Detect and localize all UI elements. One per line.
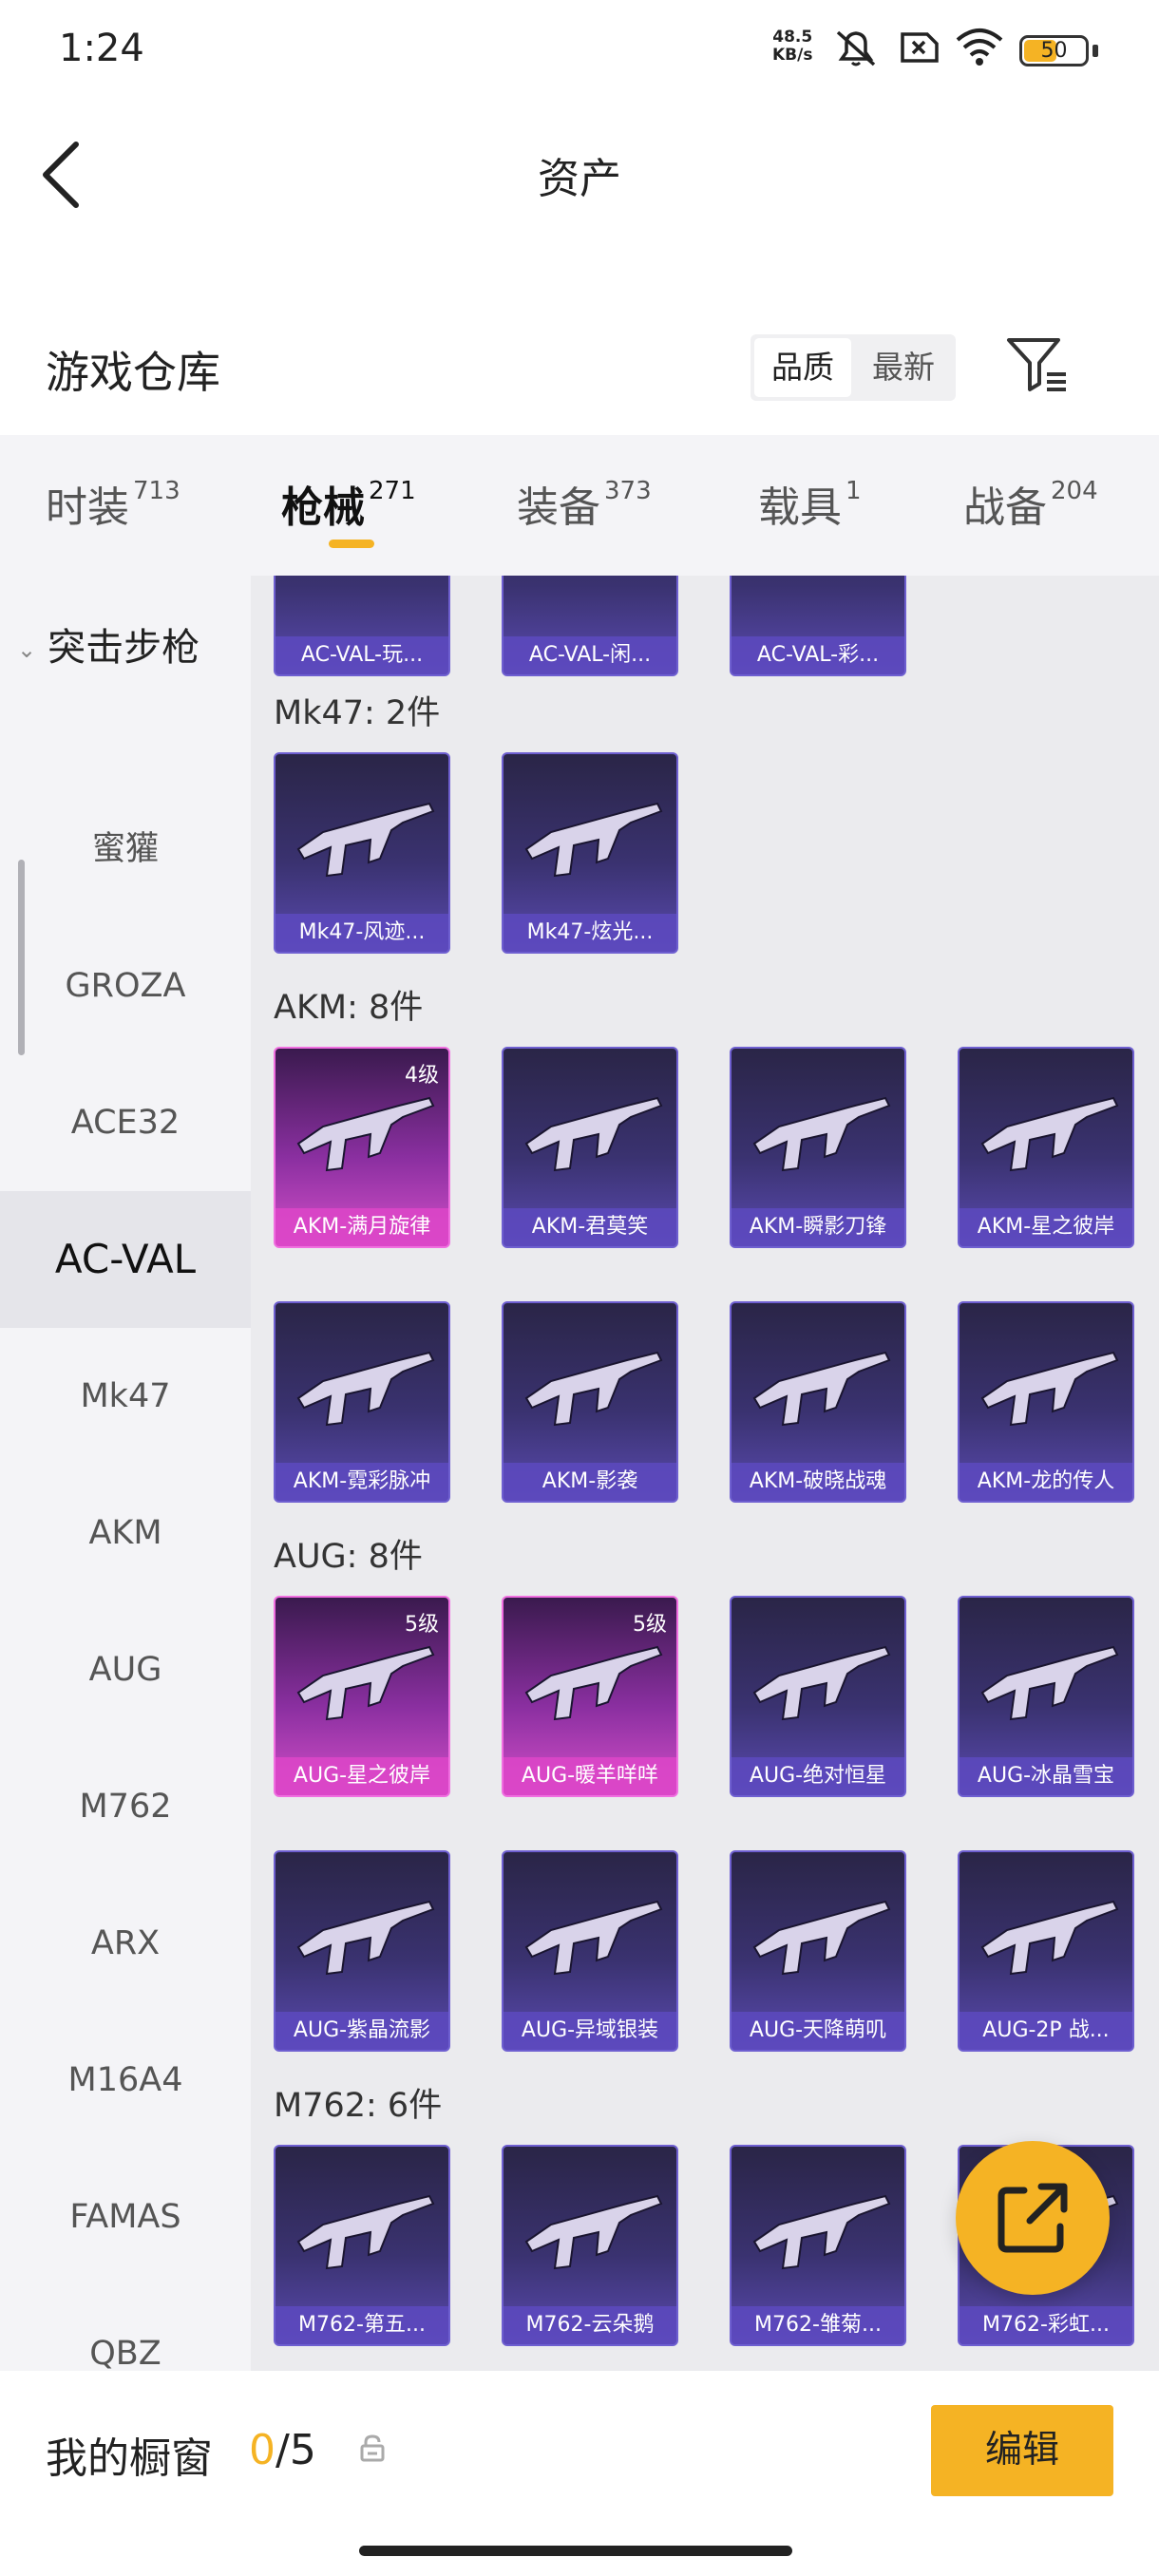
rifle-icon — [285, 1077, 443, 1187]
rifle-icon — [513, 783, 671, 893]
rifle-icon — [285, 2175, 443, 2285]
weapon-card[interactable]: AUG-异域银装 — [502, 1850, 678, 2052]
warehouse-title: 游戏仓库 — [46, 347, 220, 398]
no-sim-icon — [901, 32, 939, 63]
weapon-card[interactable]: AKM-君莫笑 — [502, 1047, 678, 1248]
tab-firearms[interactable]: 枪械 271 — [281, 473, 416, 534]
weapon-card[interactable]: 4级 AKM-满月旋律 — [274, 1047, 450, 1248]
weapon-card[interactable]: AKM-影袭 — [502, 1301, 678, 1503]
rifle-icon — [513, 1332, 671, 1442]
page-title: 资产 — [538, 155, 621, 203]
weapon-card[interactable]: Mk47-炫光... — [502, 752, 678, 954]
status-bar: 1:24 48.5 KB/s 50 — [0, 0, 1159, 95]
showcase-count: 0/5 — [249, 2426, 316, 2474]
wifi-icon — [956, 28, 1003, 66]
sidebar-item-qbz[interactable]: QBZ — [0, 2285, 251, 2371]
weapon-card[interactable]: AC-VAL-彩... — [730, 576, 906, 676]
share-fab-button[interactable] — [956, 2141, 1110, 2295]
sidebar-item-honey-badger[interactable]: 蜜獾 — [0, 781, 251, 918]
rifle-icon — [969, 1332, 1127, 1442]
rifle-icon — [285, 1881, 443, 1991]
rifle-icon — [513, 2175, 671, 2285]
sidebar-item-ac-val[interactable]: AC-VAL — [0, 1191, 251, 1328]
chevron-down-icon: ⌄ — [17, 636, 37, 663]
showcase-label: 我的橱窗 — [46, 2434, 213, 2483]
sidebar-item-ace32[interactable]: ACE32 — [0, 1054, 251, 1191]
weapon-card[interactable]: AKM-瞬影刀锋 — [730, 1047, 906, 1248]
weapon-card[interactable]: AUG-2P 战... — [958, 1850, 1134, 2052]
group-header-aug: AUG: 8件 — [274, 1538, 423, 1576]
weapon-card[interactable]: AKM-霓彩脉冲 — [274, 1301, 450, 1503]
status-time: 1:24 — [59, 27, 144, 70]
rifle-icon — [741, 1881, 899, 1991]
sidebar-item-arx[interactable]: ARX — [0, 1875, 251, 2012]
rifle-icon — [513, 1077, 671, 1187]
home-indicator[interactable] — [359, 2546, 792, 2556]
weapon-card[interactable]: AUG-绝对恒星 — [730, 1596, 906, 1797]
weapon-card[interactable]: AUG-冰晶雪宝 — [958, 1596, 1134, 1797]
rifle-icon — [513, 1626, 671, 1736]
rifle-icon — [969, 1626, 1127, 1736]
weapon-card[interactable]: AC-VAL-闲... — [502, 576, 678, 676]
tab-fashion[interactable]: 时装 713 — [46, 473, 180, 534]
sort-toggle: 品质 最新 — [750, 334, 956, 401]
weapon-card[interactable]: AUG-天降萌叽 — [730, 1850, 906, 2052]
rifle-icon — [285, 783, 443, 893]
rifle-icon — [741, 1332, 899, 1442]
sidebar-item-groza[interactable]: GROZA — [0, 918, 251, 1054]
group-header-akm: AKM: 8件 — [274, 989, 424, 1027]
sidebar-item-m762[interactable]: M762 — [0, 1738, 251, 1875]
weapon-card[interactable]: AKM-龙的传人 — [958, 1301, 1134, 1503]
weapon-sidebar: ⌄ 突击步枪 蜜獾 GROZA ACE32 AC-VAL Mk47 AKM AUG… — [0, 576, 251, 2371]
weapon-card[interactable]: 5级 AUG-暖羊咩咩 — [502, 1596, 678, 1797]
sidebar-scrollbar[interactable] — [18, 860, 25, 1055]
weapon-grid: AC-VAL-玩... AC-VAL-闲... AC-VAL-彩... Mk47… — [251, 576, 1159, 2371]
filter-icon[interactable] — [1005, 334, 1070, 397]
battery-icon: 50 — [1019, 35, 1089, 66]
rifle-icon — [741, 1077, 899, 1187]
rifle-icon — [285, 1626, 443, 1736]
weapon-card[interactable]: Mk47-风迹... — [274, 752, 450, 954]
weapon-card[interactable]: M762-第五... — [274, 2145, 450, 2346]
network-speed: 48.5 KB/s — [772, 28, 813, 65]
rifle-icon — [969, 1077, 1127, 1187]
sidebar-item-aug[interactable]: AUG — [0, 1601, 251, 1738]
weapon-card[interactable]: M762-雏菊... — [730, 2145, 906, 2346]
rifle-icon — [513, 1881, 671, 1991]
lock-icon — [360, 2434, 385, 2462]
group-header-m762: M762: 6件 — [274, 2087, 443, 2125]
weapon-card[interactable]: M762-云朵鹅 — [502, 2145, 678, 2346]
rifle-icon — [741, 1626, 899, 1736]
weapon-card[interactable]: AUG-紫晶流影 — [274, 1850, 450, 2052]
share-icon — [998, 2183, 1068, 2253]
tab-vehicles[interactable]: 载具 1 — [758, 473, 862, 534]
sidebar-item-famas[interactable]: FAMAS — [0, 2149, 251, 2285]
rifle-icon — [285, 1332, 443, 1442]
sort-quality-button[interactable]: 品质 — [754, 338, 851, 397]
tab-supplies[interactable]: 战备 204 — [963, 473, 1098, 534]
rifle-icon — [741, 2175, 899, 2285]
weapon-card[interactable]: AKM-破晓战魂 — [730, 1301, 906, 1503]
mute-bell-icon — [836, 30, 876, 66]
weapon-card[interactable]: 5级 AUG-星之彼岸 — [274, 1596, 450, 1797]
group-header-mk47: Mk47: 2件 — [274, 694, 441, 732]
sidebar-item-m16a4[interactable]: M16A4 — [0, 2012, 251, 2149]
sidebar-item-mk47[interactable]: Mk47 — [0, 1328, 251, 1465]
sidebar-item-akm[interactable]: AKM — [0, 1465, 251, 1601]
category-tabs: 时装 713 枪械 271 装备 373 载具 1 战备 204 — [0, 435, 1159, 576]
rifle-icon — [969, 1881, 1127, 1991]
weapon-card[interactable]: AKM-星之彼岸 — [958, 1047, 1134, 1248]
sidebar-section-assault-rifles[interactable]: ⌄ 突击步枪 — [17, 616, 200, 672]
active-tab-indicator — [329, 540, 374, 548]
edit-button[interactable]: 编辑 — [931, 2405, 1113, 2496]
tab-equipment[interactable]: 装备 373 — [517, 473, 652, 534]
weapon-card[interactable]: AC-VAL-玩... — [274, 576, 450, 676]
sort-newest-button[interactable]: 最新 — [855, 338, 952, 397]
